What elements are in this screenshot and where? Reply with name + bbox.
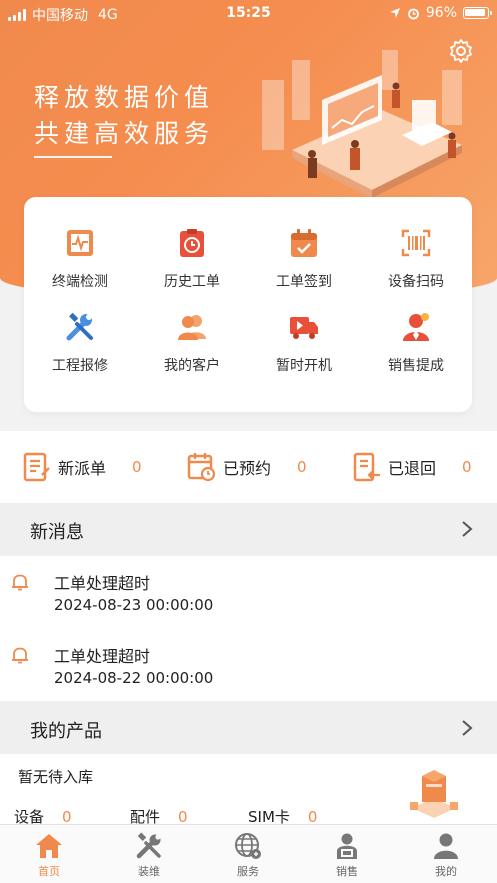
- tab-label: 销售: [336, 865, 358, 878]
- repair-tools-icon: [66, 312, 93, 341]
- tab-install-maintain[interactable]: 装维: [119, 831, 179, 879]
- grid-item-terminal-check[interactable]: 终端检测: [24, 227, 136, 291]
- calendar-clock-icon: [187, 453, 216, 482]
- feature-grid: 终端检测 历史工单 工单签到 设备扫码 工程报修 我的客户 暂时开机 销售提成: [24, 227, 472, 375]
- product-panel: 暂无待入库 设备 0 配件 0 SIM卡 0: [0, 754, 497, 826]
- stat-returned[interactable]: 已退回 0: [352, 451, 472, 483]
- message-time: 2024-08-22 00:00:00: [54, 669, 214, 687]
- stat-reserved[interactable]: 已预约 0: [187, 451, 307, 483]
- customers-icon: [178, 315, 206, 340]
- user-icon: [434, 833, 458, 859]
- grid-label: 历史工单: [164, 274, 220, 290]
- grid-label: 暂时开机: [276, 358, 332, 374]
- bell-icon: [12, 647, 28, 664]
- isometric-office-illustration: [262, 50, 462, 198]
- new-order-icon: [23, 452, 50, 482]
- location-icon: [389, 8, 400, 18]
- message-time: 2024-08-23 00:00:00: [54, 596, 214, 614]
- history-order-icon: [180, 229, 204, 257]
- slogan-line-1: 释放数据价值: [34, 83, 215, 112]
- grid-item-temp-power-on[interactable]: 暂时开机: [248, 311, 360, 375]
- sales-commission-icon: [403, 313, 429, 341]
- grid-label: 我的客户: [164, 358, 220, 374]
- message-text: 工单处理超时: [54, 574, 151, 593]
- app-home: 中国移动 4G 15:25 96% 释放数据价值 共建高效服务 终端检测 历史工…: [0, 0, 497, 883]
- truck-play-icon: [290, 317, 318, 339]
- alarm-icon: [407, 8, 419, 19]
- bell-icon: [12, 574, 28, 591]
- battery-percent: 96%: [425, 5, 457, 21]
- grid-item-history-order[interactable]: 历史工单: [136, 227, 248, 291]
- status-bar: 中国移动 4G 15:25 96%: [0, 0, 497, 26]
- slogan-underline: [34, 156, 112, 158]
- tab-mine[interactable]: 我的: [416, 831, 476, 879]
- feature-grid-card: 终端检测 历史工单 工单签到 设备扫码 工程报修 我的客户 暂时开机 销售提成: [24, 197, 472, 412]
- tab-label: 服务: [237, 865, 259, 878]
- tab-sales[interactable]: 销售: [317, 831, 377, 879]
- order-checkin-icon: [291, 229, 317, 257]
- slogan-line-2: 共建高效服务: [34, 119, 215, 148]
- sales-person-icon: [337, 833, 357, 859]
- message-item[interactable]: 工单处理超时 2024-08-22 00:00:00: [0, 629, 497, 701]
- section-title: 新消息: [30, 522, 84, 543]
- grid-item-sales-commission[interactable]: 销售提成: [360, 311, 472, 375]
- chevron-right-icon: [462, 521, 473, 537]
- stat-value: 0: [132, 458, 142, 476]
- empty-warehouse-text: 暂无待入库: [18, 768, 94, 786]
- section-new-messages[interactable]: 新消息: [0, 503, 497, 555]
- home-icon: [36, 834, 62, 858]
- grid-label: 设备扫码: [388, 274, 444, 290]
- bottom-tab-bar: 首页 装维 服务 销售 我的: [0, 824, 497, 883]
- hero-slogan: 释放数据价值 共建高效服务: [34, 80, 214, 152]
- stat-label: 已退回: [388, 459, 437, 478]
- warehouse-illustration: [410, 770, 458, 818]
- grid-item-repair[interactable]: 工程报修: [24, 311, 136, 375]
- globe-icon: [235, 833, 261, 859]
- tools-icon: [136, 832, 161, 859]
- chevron-right-icon: [462, 720, 473, 736]
- grid-label: 工单签到: [276, 274, 332, 290]
- battery-icon: [463, 7, 492, 19]
- section-title: 我的产品: [30, 721, 102, 742]
- grid-item-customers[interactable]: 我的客户: [136, 311, 248, 375]
- stat-label: 已预约: [223, 459, 272, 478]
- section-my-products[interactable]: 我的产品: [0, 702, 497, 754]
- stat-new-dispatch[interactable]: 新派单 0: [22, 451, 142, 483]
- stat-value: 0: [462, 458, 472, 476]
- grid-label: 销售提成: [388, 358, 444, 374]
- message-text: 工单处理超时: [54, 647, 151, 666]
- tab-label: 首页: [38, 865, 60, 878]
- grid-label: 工程报修: [52, 358, 108, 374]
- grid-item-order-checkin[interactable]: 工单签到: [248, 227, 360, 291]
- stat-label: 新派单: [58, 459, 107, 478]
- message-list: 工单处理超时 2024-08-23 00:00:00 工单处理超时 2024-0…: [0, 556, 497, 701]
- returned-order-icon: [353, 452, 380, 482]
- tab-home[interactable]: 首页: [19, 831, 79, 879]
- tab-label: 装维: [138, 865, 160, 878]
- tab-label: 我的: [435, 865, 457, 878]
- stat-value: 0: [297, 458, 307, 476]
- message-item[interactable]: 工单处理超时 2024-08-23 00:00:00: [0, 556, 497, 628]
- tab-service[interactable]: 服务: [218, 831, 278, 879]
- barcode-scan-icon: [401, 229, 431, 257]
- grid-item-barcode-scan[interactable]: 设备扫码: [360, 227, 472, 291]
- grid-label: 终端检测: [52, 274, 108, 290]
- terminal-check-icon: [67, 230, 93, 256]
- order-stats-bar: 新派单 0 已预约 0 已退回 0: [0, 431, 497, 503]
